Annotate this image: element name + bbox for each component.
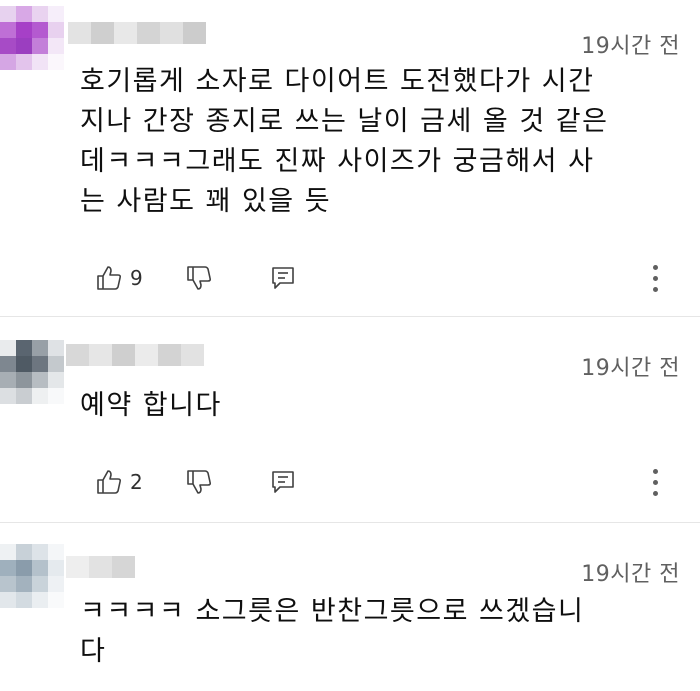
- like-button[interactable]: 2: [94, 462, 152, 502]
- username-blurred[interactable]: [66, 344, 204, 366]
- dislike-button[interactable]: [184, 462, 214, 502]
- comment-item: 19시간 전 ㅋㅋㅋㅋ 소그릇은 반찬그릇으로 쓰겠습니 다: [0, 522, 700, 691]
- like-button[interactable]: 9: [94, 258, 152, 298]
- like-count: 9: [130, 266, 143, 290]
- reply-button[interactable]: [268, 462, 298, 502]
- comment-item: 19시간 전 예약 합니다 2: [0, 316, 700, 522]
- avatar[interactable]: [0, 340, 64, 404]
- thumbs-up-icon: [94, 263, 124, 293]
- comment-item: 19시간 전 호기롭게 소자로 다이어트 도전했다가 시간 지나 간장 종지로 …: [0, 0, 700, 316]
- like-count: 2: [130, 470, 143, 494]
- comment-text-line: 데ㅋㅋㅋ그래도 진짜 사이즈가 궁금해서 사: [80, 146, 595, 177]
- comment-actions: 9: [94, 258, 298, 298]
- more-vert-icon[interactable]: [650, 462, 660, 502]
- comment-text-line: 호기롭게 소자로 다이어트 도전했다가 시간: [80, 66, 595, 97]
- comment-text: 호기롭게 소자로 다이어트 도전했다가 시간 지나 간장 종지로 쓰는 날이 금…: [80, 62, 608, 222]
- comment-text-line: 예약 합니다: [80, 390, 222, 421]
- comment-text: 예약 합니다: [80, 386, 222, 426]
- avatar[interactable]: [0, 6, 64, 70]
- thumbs-down-icon: [184, 263, 214, 293]
- thumbs-up-icon: [94, 467, 124, 497]
- comment-text-line: 는 사람도 꽤 있을 듯: [80, 186, 332, 217]
- username-blurred[interactable]: [66, 556, 135, 578]
- comment-text-line: 지나 간장 종지로 쓰는 날이 금세 올 것 같은: [80, 106, 609, 137]
- more-vert-icon[interactable]: [650, 258, 660, 298]
- reply-icon: [268, 467, 298, 497]
- thumbs-down-icon: [184, 467, 214, 497]
- reply-icon: [268, 263, 298, 293]
- comment-timestamp[interactable]: 19시간 전: [581, 28, 680, 60]
- dislike-button[interactable]: [184, 258, 214, 298]
- avatar[interactable]: [0, 544, 64, 608]
- comment-text-line: 다: [80, 636, 107, 667]
- comment-actions: 2: [94, 462, 298, 502]
- username-blurred[interactable]: [68, 22, 206, 44]
- reply-button[interactable]: [268, 258, 298, 298]
- comment-text: ㅋㅋㅋㅋ 소그릇은 반찬그릇으로 쓰겠습니 다: [80, 592, 584, 672]
- comment-timestamp[interactable]: 19시간 전: [581, 350, 680, 382]
- comment-text-line: ㅋㅋㅋㅋ 소그릇은 반찬그릇으로 쓰겠습니: [80, 596, 585, 627]
- comment-timestamp[interactable]: 19시간 전: [581, 556, 680, 588]
